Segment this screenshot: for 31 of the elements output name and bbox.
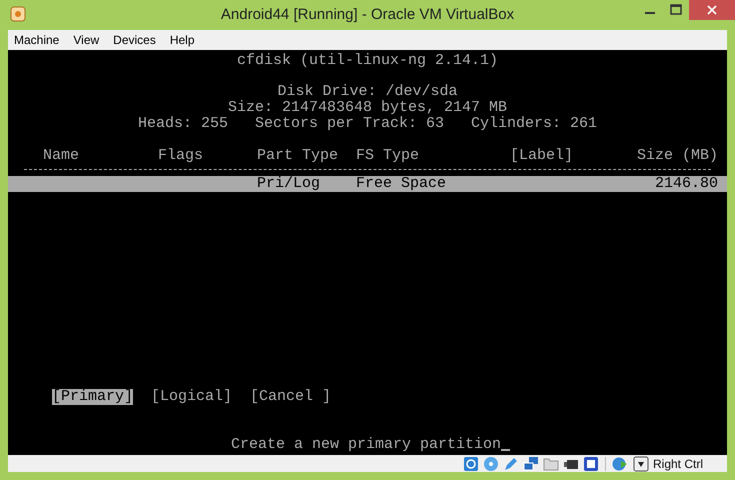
disk-info: Heads: 255 Sectors per Track: 63 Cylinders: 261 — [138, 116, 598, 132]
table-cell: 2146.80 — [654, 175, 718, 192]
disk-info: Size: 2147483648 bytes, 2147 MB — [228, 100, 508, 116]
close-button[interactable] — [689, 0, 735, 20]
partition-row[interactable]: Pri/Log Free Space 2146.80 — [8, 176, 727, 192]
menu-option[interactable]: [Primary] — [52, 389, 134, 405]
program-title: cfdisk (util-linux-ng 2.14.1) — [236, 52, 498, 69]
column-header: FS Type — [356, 147, 420, 164]
chip-icon[interactable] — [582, 456, 599, 472]
window-title: Android44 [Running] - Oracle VM VirtualBox — [220, 4, 514, 25]
menu-item[interactable]: Help — [170, 31, 195, 49]
table-cell: Pri/Log — [257, 175, 320, 192]
table-cell: Free Space — [356, 175, 446, 192]
app-icon — [10, 6, 26, 22]
close-icon — [707, 5, 717, 15]
column-header: Size (MB) — [636, 147, 718, 164]
column-header: [Label] — [510, 147, 574, 164]
prompt-text: Create a new primary partition — [230, 437, 502, 453]
menu-item[interactable]: View — [73, 31, 100, 49]
host-key-label: Right Ctrl — [652, 456, 703, 472]
menu-item[interactable]: Machine — [14, 31, 60, 49]
menu-item[interactable]: Devices — [113, 31, 156, 49]
menu-option[interactable]: [Logical] — [151, 389, 232, 405]
menu-option[interactable]: [Cancel ] — [250, 389, 332, 405]
column-header: Name — [43, 147, 80, 164]
disk-info: Disk Drive: /dev/sda — [277, 84, 458, 100]
optical-disc-icon[interactable] — [482, 456, 499, 472]
text-cursor — [501, 449, 510, 451]
column-header: Part Type — [257, 147, 338, 164]
column-header: Flags — [158, 147, 204, 164]
network-icon[interactable] — [522, 456, 539, 472]
